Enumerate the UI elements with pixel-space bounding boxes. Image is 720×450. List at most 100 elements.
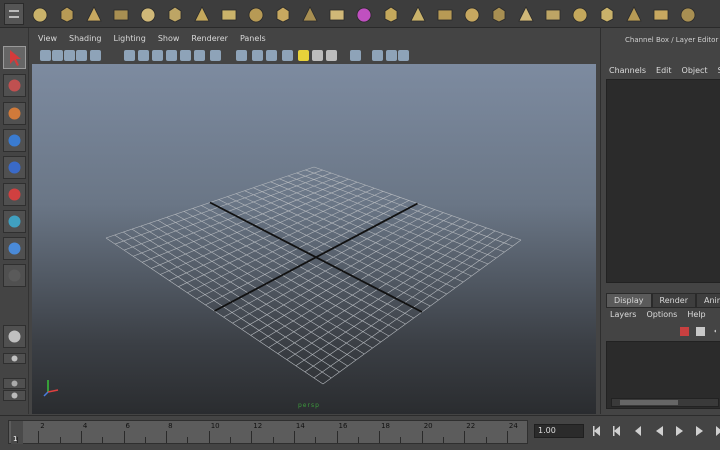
menu-shading[interactable]: Shading [69, 34, 102, 47]
new-layer-selected-icon[interactable] [696, 327, 705, 336]
menu-channels[interactable]: Channels [609, 66, 646, 75]
gate-mask-icon[interactable] [152, 50, 163, 61]
cube-icon[interactable] [57, 4, 77, 24]
bounding-box-icon[interactable] [252, 50, 263, 61]
pipe-icon[interactable] [219, 4, 239, 24]
layout-single-icon-glyph [8, 330, 21, 343]
xray-joints-icon[interactable] [386, 50, 397, 61]
flat-shade-icon[interactable] [266, 50, 277, 61]
layer-scrollbar[interactable] [611, 398, 719, 407]
select-tool-icon-glyph [10, 50, 21, 66]
channel-box-area[interactable] [606, 79, 720, 283]
menu-layers[interactable]: Layers [610, 310, 636, 319]
shelf-menu-button[interactable] [4, 3, 24, 25]
resolution-gate-icon[interactable] [138, 50, 149, 61]
play-forwards-icon[interactable] [672, 424, 686, 438]
menu-options[interactable]: Options [646, 310, 677, 319]
soft-mod-icon[interactable] [3, 237, 26, 260]
time-tick [251, 431, 253, 443]
helix-icon[interactable] [246, 4, 266, 24]
textured-icon[interactable] [282, 50, 293, 61]
step-forward-frame-icon[interactable] [692, 424, 706, 438]
manipulator-icon[interactable] [3, 210, 26, 233]
new-layer-icon[interactable] [680, 327, 689, 336]
axis-gizmo-icon [43, 380, 59, 397]
play-backwards-icon[interactable] [652, 424, 666, 438]
platonic-icon[interactable] [300, 4, 320, 24]
film-gate-icon[interactable] [124, 50, 135, 61]
menu-panels[interactable]: Panels [240, 34, 266, 47]
soccer-ball-icon[interactable] [273, 4, 293, 24]
backface-icon[interactable] [398, 50, 409, 61]
torus-icon[interactable] [165, 4, 185, 24]
paint-select-icon[interactable] [3, 102, 26, 125]
mirror-icon[interactable] [624, 4, 644, 24]
checker-icon[interactable] [651, 4, 671, 24]
menu-show[interactable]: Show [158, 34, 180, 47]
lasso-tool-icon[interactable] [3, 74, 26, 97]
step-forward-key-icon[interactable] [712, 424, 720, 438]
sphere-icon[interactable] [30, 4, 50, 24]
time-track[interactable]: 1 2 4 6 8 10 12 14 16 18 20 22 24 [8, 420, 528, 444]
time-tick-label: 14 [295, 422, 305, 430]
tab-anim[interactable]: Anim [695, 293, 720, 308]
shadows-icon[interactable] [326, 50, 337, 61]
outliner-icon[interactable] [3, 378, 26, 389]
xray-icon[interactable] [372, 50, 383, 61]
wireframe-icon[interactable] [210, 50, 221, 61]
menu-lighting[interactable]: Lighting [113, 34, 145, 47]
prism-icon[interactable] [192, 4, 212, 24]
layer-arrow-icon[interactable] [714, 327, 716, 336]
field-chart-icon[interactable] [166, 50, 177, 61]
combine-icon[interactable] [570, 4, 590, 24]
split-icon[interactable] [489, 4, 509, 24]
go-to-start-icon[interactable] [592, 424, 606, 438]
menu-object[interactable]: Object [682, 66, 708, 75]
layout-single-icon[interactable] [3, 325, 26, 348]
tab-render[interactable]: Render [651, 293, 696, 308]
select-tool-icon[interactable] [3, 46, 26, 69]
menu-help[interactable]: Help [687, 310, 705, 319]
camera-attr-icon[interactable] [52, 50, 63, 61]
layout-four-icon[interactable] [3, 353, 26, 364]
default-light-icon[interactable] [298, 50, 309, 61]
plane-icon[interactable] [138, 4, 158, 24]
safe-title-icon[interactable] [194, 50, 205, 61]
move-tool-icon[interactable] [3, 129, 26, 152]
smooth-icon[interactable] [543, 4, 563, 24]
isolate-select-icon[interactable] [350, 50, 361, 61]
cone-icon[interactable] [111, 4, 131, 24]
image-plane-icon[interactable] [76, 50, 87, 61]
bevel-icon[interactable] [408, 4, 428, 24]
menu-edit[interactable]: Edit [656, 66, 672, 75]
insert-loop-icon[interactable] [516, 4, 536, 24]
scale-tool-icon[interactable] [3, 183, 26, 206]
menu-renderer[interactable]: Renderer [191, 34, 228, 47]
cylinder-icon[interactable] [84, 4, 104, 24]
tab-display[interactable]: Display [606, 293, 652, 308]
current-time-field[interactable]: 1.00 [534, 424, 584, 438]
scroll-thumb[interactable] [620, 400, 678, 405]
viewport[interactable]: persp [32, 64, 596, 414]
extrude-icon[interactable] [381, 4, 401, 24]
selected-cube-icon[interactable] [354, 4, 374, 24]
append-icon[interactable] [462, 4, 482, 24]
last-tool-icon[interactable] [3, 264, 26, 287]
grid-toggle-icon[interactable] [90, 50, 101, 61]
step-back-key-icon[interactable] [612, 424, 626, 438]
menu-view[interactable]: View [38, 34, 57, 47]
camera-select-icon[interactable] [40, 50, 51, 61]
subdiv-icon[interactable] [327, 4, 347, 24]
separate-icon[interactable] [597, 4, 617, 24]
time-tick [506, 431, 508, 443]
time-tick-label: 18 [381, 422, 391, 430]
all-lights-icon[interactable] [312, 50, 323, 61]
render-view-icon[interactable] [3, 390, 26, 401]
bridge-icon[interactable] [435, 4, 455, 24]
uv-icon[interactable] [678, 4, 698, 24]
rotate-tool-icon[interactable] [3, 156, 26, 179]
bookmark-icon[interactable] [64, 50, 75, 61]
smooth-shade-icon[interactable] [236, 50, 247, 61]
safe-action-icon[interactable] [180, 50, 191, 61]
step-back-frame-icon[interactable] [632, 424, 646, 438]
